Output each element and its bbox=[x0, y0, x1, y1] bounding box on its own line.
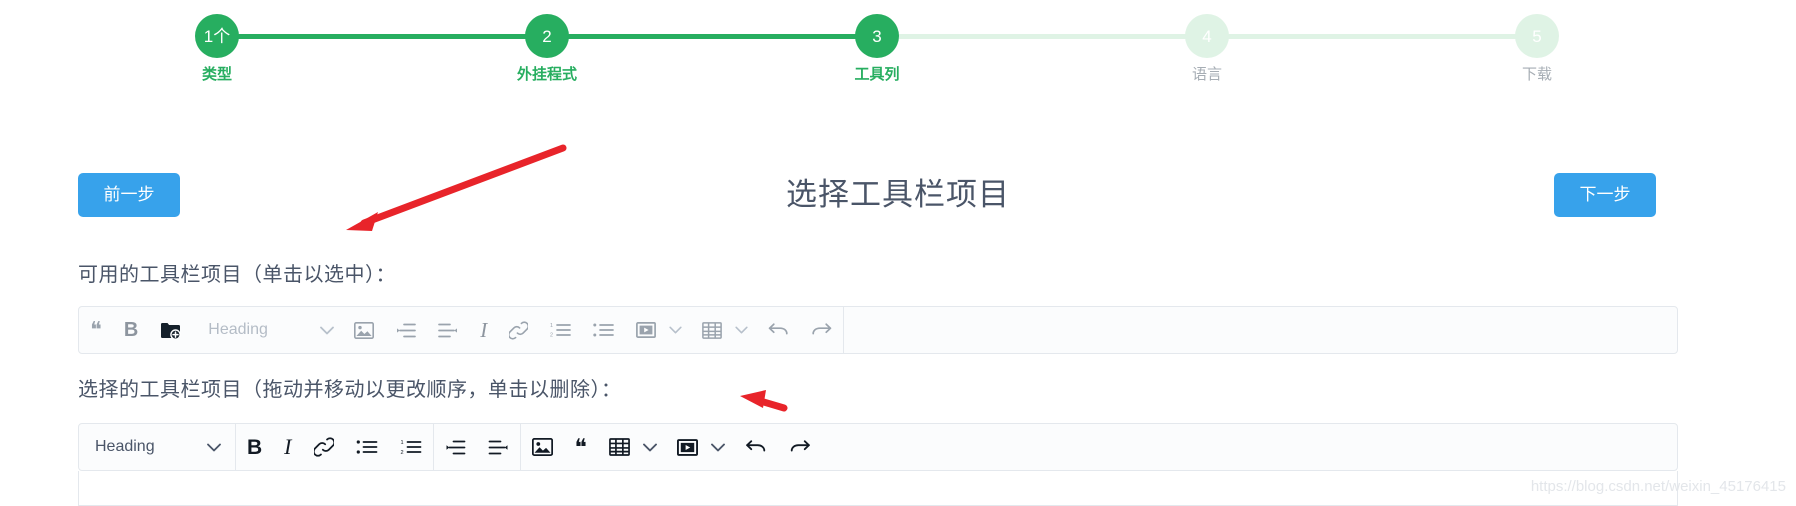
italic-icon[interactable]: I bbox=[469, 307, 498, 353]
selected-items-label: 选择的工具栏项目（拖动并移动以更改顺序，单击以删除）： bbox=[78, 379, 622, 401]
image-icon[interactable] bbox=[521, 424, 564, 470]
svg-text:1: 1 bbox=[400, 440, 403, 446]
selected-toolbar-empty-area[interactable] bbox=[822, 424, 1677, 470]
stepper-step-2-number: 2 bbox=[525, 14, 569, 58]
ordered-list-icon[interactable]: 1 2 bbox=[389, 424, 433, 470]
indent-icon[interactable] bbox=[385, 307, 427, 353]
stepper-step-3[interactable]: 3 工具列 bbox=[817, 14, 937, 84]
outdent-icon[interactable] bbox=[477, 424, 520, 470]
svg-text:2: 2 bbox=[550, 333, 553, 338]
chevron-down-icon[interactable] bbox=[667, 326, 691, 334]
italic-icon[interactable]: I bbox=[273, 424, 302, 470]
bullet-list-icon[interactable] bbox=[345, 424, 389, 470]
stepper-step-5-number: 5 bbox=[1515, 14, 1559, 58]
undo-icon[interactable] bbox=[734, 424, 778, 470]
selected-format-group: B I 1 2 bbox=[236, 424, 433, 470]
redo-icon[interactable] bbox=[800, 307, 843, 353]
annotation-arrow-2 bbox=[740, 390, 788, 412]
selected-heading-select[interactable]: Heading bbox=[79, 424, 235, 470]
chevron-down-icon bbox=[207, 443, 221, 451]
stepper-step-2-label: 外挂程式 bbox=[516, 66, 577, 83]
stepper-step-1-number: 1个 bbox=[195, 14, 239, 58]
svg-text:2: 2 bbox=[400, 450, 403, 455]
available-items-label: 可用的工具栏项目（单击以选中）： bbox=[78, 264, 396, 286]
redo-icon[interactable] bbox=[778, 424, 822, 470]
stepper: 1个 类型 2 外挂程式 3 工具列 4 语言 5 下载 bbox=[0, 0, 1796, 96]
available-toolbar-empty-area[interactable] bbox=[844, 307, 1677, 353]
stepper-step-4[interactable]: 4 语言 bbox=[1147, 14, 1267, 84]
indent-icon[interactable] bbox=[434, 424, 477, 470]
chevron-down-icon[interactable] bbox=[318, 326, 343, 335]
video-icon[interactable] bbox=[625, 307, 667, 353]
chevron-down-icon[interactable] bbox=[709, 443, 734, 452]
selected-insert-group: ❝ bbox=[521, 424, 822, 470]
page-title: 选择工具栏项目 bbox=[786, 177, 1010, 212]
stepper-step-4-number: 4 bbox=[1185, 14, 1229, 58]
blockquote-icon[interactable]: ❝ bbox=[79, 307, 113, 353]
table-icon[interactable] bbox=[598, 424, 641, 470]
stepper-step-4-label: 语言 bbox=[1191, 66, 1222, 83]
ordered-list-icon[interactable]: 1 2 bbox=[539, 307, 582, 353]
image-icon[interactable] bbox=[343, 307, 385, 353]
heading-select-value: Heading bbox=[208, 321, 268, 338]
chevron-down-icon[interactable] bbox=[641, 443, 666, 452]
next-step-button[interactable]: 下一步 bbox=[1554, 173, 1656, 217]
watermark: https://blog.csdn.net/weixin_45176415 bbox=[1530, 478, 1786, 495]
selected-toolbar[interactable]: Heading B I 1 2 ❝ bbox=[78, 423, 1678, 471]
link-icon[interactable] bbox=[498, 307, 539, 353]
video-icon[interactable] bbox=[666, 424, 709, 470]
stepper-step-1-label: 类型 bbox=[201, 66, 232, 83]
svg-text:1: 1 bbox=[550, 323, 553, 329]
stepper-step-2[interactable]: 2 外挂程式 bbox=[487, 14, 607, 84]
stepper-step-5-label: 下载 bbox=[1521, 66, 1552, 83]
bullet-list-icon[interactable] bbox=[582, 307, 625, 353]
stepper-step-3-number: 3 bbox=[855, 14, 899, 58]
blockquote-icon[interactable]: ❝ bbox=[564, 424, 598, 470]
stepper-step-1[interactable]: 1个 类型 bbox=[157, 14, 277, 84]
selected-heading-select-value: Heading bbox=[95, 438, 155, 455]
outdent-icon[interactable] bbox=[427, 307, 469, 353]
available-toolbar[interactable]: ❝ B Heading I 1 2 bbox=[78, 306, 1678, 354]
heading-select[interactable]: Heading bbox=[192, 307, 318, 353]
stepper-step-3-label: 工具列 bbox=[854, 66, 900, 83]
link-icon[interactable] bbox=[303, 424, 345, 470]
bold-icon[interactable]: B bbox=[113, 307, 149, 353]
bold-icon[interactable]: B bbox=[236, 424, 273, 470]
folder-add-icon[interactable] bbox=[149, 307, 192, 353]
available-toolbar-items: ❝ B Heading I 1 2 bbox=[79, 307, 843, 353]
chevron-down-icon[interactable] bbox=[733, 326, 757, 334]
undo-icon[interactable] bbox=[757, 307, 800, 353]
stepper-step-5[interactable]: 5 下载 bbox=[1477, 14, 1597, 84]
table-icon[interactable] bbox=[691, 307, 733, 353]
selected-indent-group bbox=[434, 424, 520, 470]
editor-content-area[interactable] bbox=[78, 471, 1678, 506]
